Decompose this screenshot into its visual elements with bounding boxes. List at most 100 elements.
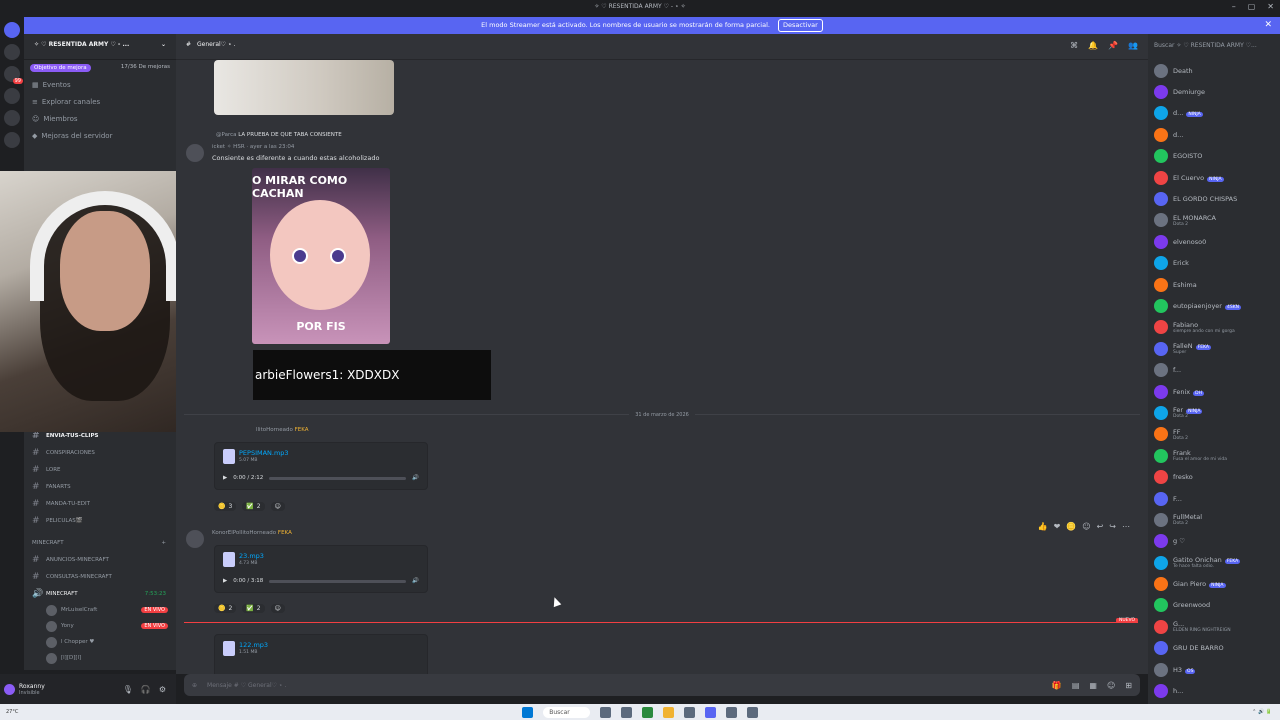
- home-icon[interactable]: [4, 22, 20, 38]
- add-attachment-icon[interactable]: ⊕: [192, 682, 197, 689]
- member-item[interactable]: Fer NINJA Dota 2: [1148, 402, 1280, 423]
- reaction-icon[interactable]: 👍: [1038, 522, 1048, 531]
- audio-attachment[interactable]: 122.mp3 1.51 MB: [214, 634, 428, 674]
- member-item[interactable]: G... ELDEN RING NIGHTREIGN: [1148, 616, 1280, 637]
- member-item[interactable]: fresko: [1148, 466, 1280, 487]
- member-item[interactable]: GRU DE BARRO: [1148, 638, 1280, 659]
- taskbar-search[interactable]: Buscar: [543, 706, 590, 718]
- volume-icon[interactable]: 🔊: [412, 475, 419, 481]
- nav-browse-channels[interactable]: ≡ Explorar canales: [24, 93, 176, 110]
- channel-lore[interactable]: # Lore: [24, 461, 176, 478]
- channel-peliculas[interactable]: # Peliculas🎬: [24, 512, 176, 529]
- headphones-icon[interactable]: 🎧: [141, 685, 151, 694]
- member-item[interactable]: FF Dota 2: [1148, 424, 1280, 445]
- app-icon[interactable]: [620, 706, 632, 718]
- channel-edit[interactable]: # Manda-tu-edit: [24, 495, 176, 512]
- discord-icon[interactable]: [704, 706, 716, 718]
- app-icon[interactable]: [746, 706, 758, 718]
- system-tray[interactable]: ⌃ 🔊 🔋: [1252, 709, 1272, 715]
- close-banner-icon[interactable]: ✕: [1264, 17, 1272, 34]
- boost-goal[interactable]: Objetivo de mejora 17/36 De mejoras: [30, 64, 170, 72]
- voice-user[interactable]: l Chopper ♥: [24, 634, 176, 650]
- member-item[interactable]: EL GORDO CHISPAS: [1148, 188, 1280, 209]
- audio-progress-bar[interactable]: [269, 476, 407, 480]
- volume-icon[interactable]: 🔊: [412, 578, 419, 584]
- file-name[interactable]: 23.mp3: [239, 552, 264, 560]
- reaction[interactable]: ✅ 2: [242, 502, 265, 511]
- voice-user[interactable]: Yony EN VIVO: [24, 618, 176, 634]
- play-icon[interactable]: ▶: [223, 475, 227, 481]
- member-item[interactable]: d...: [1148, 124, 1280, 145]
- microphone-icon[interactable]: 🎙: [123, 685, 133, 694]
- member-item[interactable]: Fabiano siempre ando con mi gorga: [1148, 317, 1280, 338]
- member-item[interactable]: Gian Piero NINJA: [1148, 573, 1280, 594]
- member-item[interactable]: F...: [1148, 488, 1280, 509]
- server-icon[interactable]: [4, 44, 20, 60]
- meme-image[interactable]: O MIRAR COMO CACHAN POR FIS: [252, 168, 390, 344]
- maximize-icon[interactable]: ▢: [1248, 2, 1256, 11]
- reaction[interactable]: 🪙 3: [214, 502, 237, 511]
- message-author[interactable]: llitoHorneado FEKA: [256, 427, 309, 433]
- reaction-icon[interactable]: 🪙: [1066, 522, 1076, 531]
- voice-user[interactable]: MrLuiselCraft EN VIVO: [24, 602, 176, 618]
- avatar[interactable]: [186, 530, 204, 548]
- app-icon[interactable]: [599, 706, 611, 718]
- channel-anuncios-minecraft[interactable]: # Anuncios-Minecraft: [24, 551, 176, 568]
- nav-server-boosts[interactable]: ◆ Mejoras del servidor: [24, 127, 176, 144]
- member-item[interactable]: Erick: [1148, 253, 1280, 274]
- more-icon[interactable]: ⋯: [1122, 522, 1130, 531]
- folder-icon[interactable]: [662, 706, 674, 718]
- voice-channel-minecraft[interactable]: 🔊 MINECRAFT 7:53:23: [24, 585, 176, 602]
- nav-events[interactable]: ▦ Eventos: [24, 76, 176, 93]
- member-item[interactable]: El Cuervo NINJA: [1148, 167, 1280, 188]
- browser-icon[interactable]: [641, 706, 653, 718]
- settings-gear-icon[interactable]: ⚙: [159, 685, 166, 694]
- member-item[interactable]: g ♡: [1148, 531, 1280, 552]
- audio-progress-bar[interactable]: [269, 579, 407, 583]
- member-item[interactable]: Fenix DH: [1148, 381, 1280, 402]
- member-item[interactable]: EL MONARCA Dota 2: [1148, 210, 1280, 231]
- search-input[interactable]: Buscar ✧ ♡ RESENTIDA ARMY ♡...: [1148, 34, 1280, 60]
- reaction-icon[interactable]: ❤: [1054, 522, 1061, 531]
- message-author[interactable]: KonorElPollitoHorneado FEKA: [212, 530, 292, 536]
- server-icon[interactable]: [4, 88, 20, 104]
- file-name[interactable]: 122.mp3: [239, 641, 268, 649]
- add-reaction-icon[interactable]: ☺: [1082, 522, 1090, 531]
- member-item[interactable]: FalleN FEKA Super: [1148, 338, 1280, 359]
- start-icon[interactable]: [522, 706, 534, 718]
- chevron-down-icon[interactable]: ⌄: [161, 41, 166, 52]
- file-name[interactable]: PEPSIMAN.mp3: [239, 449, 289, 457]
- add-reaction-icon[interactable]: ☺: [270, 502, 285, 511]
- member-item[interactable]: Death: [1148, 60, 1280, 81]
- member-item[interactable]: eutopiaenjoyer 4SKN: [1148, 295, 1280, 316]
- channel-consultas-minecraft[interactable]: # Consultas-Minecraft: [24, 568, 176, 585]
- server-header[interactable]: ✧ ♡ RESENTIDA ARMY ♡ - ... ⌄: [24, 34, 176, 60]
- close-window-icon[interactable]: ✕: [1267, 2, 1274, 11]
- weather-widget[interactable]: 27°C: [6, 709, 18, 715]
- audio-attachment[interactable]: PEPSIMAN.mp3 5.07 MB ▶ 0:00 / 2:12 🔊: [214, 442, 428, 490]
- member-item[interactable]: H3 OS: [1148, 659, 1280, 680]
- server-icon[interactable]: 99: [4, 66, 23, 84]
- member-item[interactable]: h...: [1148, 680, 1280, 701]
- voice-user[interactable]: [l][D][l]: [24, 650, 176, 666]
- message-input[interactable]: Mensaje # ♡ General♡ ⋆ .: [207, 682, 286, 689]
- member-item[interactable]: elvenoso0: [1148, 231, 1280, 252]
- apps-icon[interactable]: ⊞: [1125, 681, 1132, 690]
- nav-members[interactable]: ☺ Miembros: [24, 110, 176, 127]
- audio-attachment[interactable]: 23.mp3 4.73 MB ▶ 0:00 / 3:18 🔊: [214, 545, 428, 593]
- image-attachment[interactable]: [214, 60, 394, 115]
- forward-icon[interactable]: ↪: [1109, 522, 1116, 531]
- emoji-icon[interactable]: ☺: [1107, 681, 1115, 690]
- member-item[interactable]: Frank Fusa el amor de mi vida: [1148, 445, 1280, 466]
- member-item[interactable]: Gatito Onichan FEKA Te hace falta odio.: [1148, 552, 1280, 573]
- member-item[interactable]: EGOISTO: [1148, 146, 1280, 167]
- member-item[interactable]: FullMetal Dota 2: [1148, 509, 1280, 530]
- member-item[interactable]: f...: [1148, 359, 1280, 380]
- reaction[interactable]: ✅ 2: [242, 604, 265, 613]
- sticker-icon[interactable]: ▦: [1089, 681, 1097, 690]
- gift-icon[interactable]: 🎁: [1052, 681, 1062, 690]
- app-icon[interactable]: [725, 706, 737, 718]
- member-item[interactable]: Greenwood: [1148, 595, 1280, 616]
- server-icon[interactable]: [4, 132, 20, 148]
- channel-conspiraciones[interactable]: # Conspiraciones: [24, 444, 176, 461]
